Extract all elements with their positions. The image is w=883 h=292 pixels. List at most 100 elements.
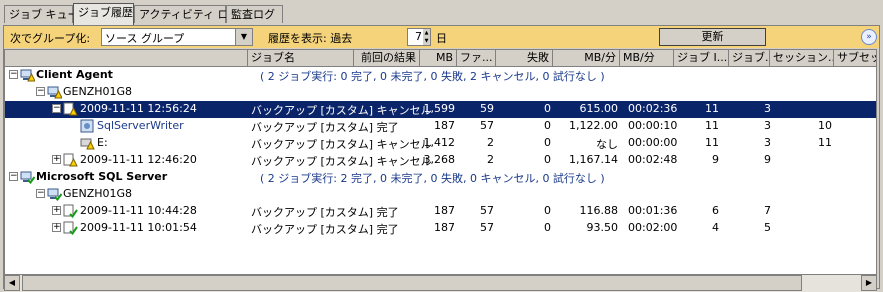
session-value: 11 [818,136,832,149]
job-time: 2009-11-11 10:44:28 [80,204,197,217]
days-value: 7 [415,30,422,43]
jobid-value: 4 [712,221,719,234]
tab-job-history[interactable]: ジョブ履歴 [73,3,134,25]
group-by-label: 次でグループ化: [10,32,91,45]
job-warning-icon [63,153,78,167]
files-value: 59 [480,102,494,115]
job-history-grid: ジョブ名 前回の結果 MB ファ... 失敗 MB/分 MB/分 ジョブ I..… [4,49,877,275]
expand-icon[interactable]: + [52,206,61,215]
session-row[interactable]: E: バックアップ [カスタム] キャンセル 1,412 2 0 なし 00:0… [5,135,876,152]
group-by-value: ソース グループ [105,32,185,45]
tab-job-queue[interactable]: ジョブ キュー [4,5,79,23]
group-name: Client Agent [36,68,113,81]
col-header-session[interactable]: セッション... [770,50,834,67]
group-by-select[interactable]: ソース グループ ▼ [101,28,253,46]
files-value: 2 [487,153,494,166]
mb-value: 187 [434,204,455,217]
job-row[interactable]: + 2009-11-11 12:46:20 バックアップ [カスタム] キャンセ… [5,152,876,169]
col-header-mb-per-min[interactable]: MB/分 [553,50,620,67]
group-row-client-agent[interactable]: − Client Agent ( 2 ジョブ実行: 0 完了, 0 未完了, 0… [5,67,876,84]
group-summary: ( 2 ジョブ実行: 0 完了, 0 未完了, 0 失敗, 2 キャンセル, 0… [260,70,605,83]
computer-icon [47,86,62,99]
job-result: バックアップ [カスタム] 完了 [251,121,399,134]
job-warning-icon [63,102,78,116]
col-header-job-id[interactable]: ジョブ I... [674,50,729,67]
used-value: 00:02:36 [628,102,678,115]
collapse-icon[interactable]: − [9,70,18,79]
tab-strip: ジョブ キュー ジョブ履歴 アクティビティ ログ 監査ログ [0,0,883,26]
group-row-sql-server[interactable]: − Microsoft SQL Server ( 2 ジョブ実行: 2 完了, … [5,169,876,186]
horizontal-scrollbar[interactable]: ◀ ▶ [4,275,877,292]
jobid-value: 9 [712,153,719,166]
col-header-mb[interactable]: MB [420,50,457,67]
host-row[interactable]: − GENZH01G8 [5,186,876,203]
scroll-thumb[interactable] [22,275,802,291]
chevron-down-icon[interactable]: ▼ [235,29,252,45]
refresh-button[interactable]: 更新 [659,28,766,46]
tab-activity-log[interactable]: アクティビティ ログ [134,5,240,23]
session-name: SqlServerWriter [97,119,184,132]
job-success-icon [63,221,78,235]
collapse-icon[interactable]: − [9,172,18,181]
history-label: 履歴を表示: 過去 [268,32,353,45]
jobno-value: 3 [764,102,771,115]
jobid-value: 11 [705,136,719,149]
failed-value: 0 [544,102,551,115]
failed-value: 0 [544,153,551,166]
job-result: バックアップ [カスタム] キャンセル [251,104,432,117]
job-history-panel: 次でグループ化: ソース グループ ▼ 履歴を表示: 過去 7 ▲ ▼ 日 更新 … [3,25,880,292]
job-row[interactable]: − 2009-11-11 12:56:24 バックアップ [カスタム] キャンセ… [5,101,876,118]
col-header-last-result[interactable]: 前回の結果 [354,50,420,67]
days-unit: 日 [436,32,447,45]
col-header-used[interactable]: MB/分 [620,50,674,67]
expand-icon[interactable]: + [52,223,61,232]
computer-warning-icon [20,69,35,82]
mbmin-value: 1,167.14 [569,153,618,166]
col-header-tree[interactable] [5,50,248,67]
filter-bar: 次でグループ化: ソース グループ ▼ 履歴を表示: 過去 7 ▲ ▼ 日 更新 … [4,26,879,48]
used-value: 00:01:36 [628,204,678,217]
failed-value: 0 [544,136,551,149]
drive-warning-icon [80,138,95,150]
session-value: 10 [818,119,832,132]
col-header-subsession[interactable]: サブセッ... [834,50,876,67]
jobid-value: 11 [705,102,719,115]
collapse-icon[interactable]: − [36,189,45,198]
host-row[interactable]: − GENZH01G8 [5,84,876,101]
mbmin-value: 615.00 [579,102,619,115]
session-row[interactable]: SqlServerWriter バックアップ [カスタム] 完了 187 57 … [5,118,876,135]
tab-audit-log[interactable]: 監査ログ [226,5,283,23]
job-result: バックアップ [カスタム] キャンセル [251,155,432,168]
files-value: 57 [480,204,494,217]
host-name: GENZH01G8 [63,187,133,200]
jobno-value: 3 [764,119,771,132]
col-header-job-no[interactable]: ジョブ... [729,50,770,67]
job-time: 2009-11-11 12:46:20 [80,153,197,166]
mb-value: 187 [434,119,455,132]
computer-success-icon [20,171,35,184]
job-time: 2009-11-11 12:56:24 [80,102,197,115]
col-header-job-name[interactable]: ジョブ名 [248,50,354,67]
double-chevron-icon[interactable]: » [861,29,877,45]
days-stepper[interactable]: 7 ▲ ▼ [407,28,431,46]
job-row[interactable]: + 2009-11-11 10:44:28 バックアップ [カスタム] 完了 1… [5,203,876,220]
mbmin-value: 1,122.00 [569,119,618,132]
scroll-left-icon[interactable]: ◀ [4,275,20,291]
used-value: 00:02:48 [628,153,678,166]
col-header-files[interactable]: ファ... [457,50,496,67]
group-summary: ( 2 ジョブ実行: 2 完了, 0 未完了, 0 失敗, 0 キャンセル, 0… [260,172,605,185]
mb-value: 187 [434,221,455,234]
files-value: 2 [487,136,494,149]
scroll-right-icon[interactable]: ▶ [861,275,877,291]
spin-arrows-icon[interactable]: ▲ ▼ [423,29,430,45]
collapse-icon[interactable]: − [52,104,61,113]
jobno-value: 5 [764,221,771,234]
job-result: バックアップ [カスタム] キャンセル [251,138,432,151]
jobid-value: 11 [705,119,719,132]
expand-icon[interactable]: + [52,155,61,164]
collapse-icon[interactable]: − [36,87,45,96]
col-header-failed[interactable]: 失敗 [496,50,553,67]
job-row[interactable]: + 2009-11-11 10:01:54 バックアップ [カスタム] 完了 1… [5,220,876,237]
mbmin-value: 116.88 [579,204,619,217]
mbmin-value: 93.50 [586,221,619,234]
